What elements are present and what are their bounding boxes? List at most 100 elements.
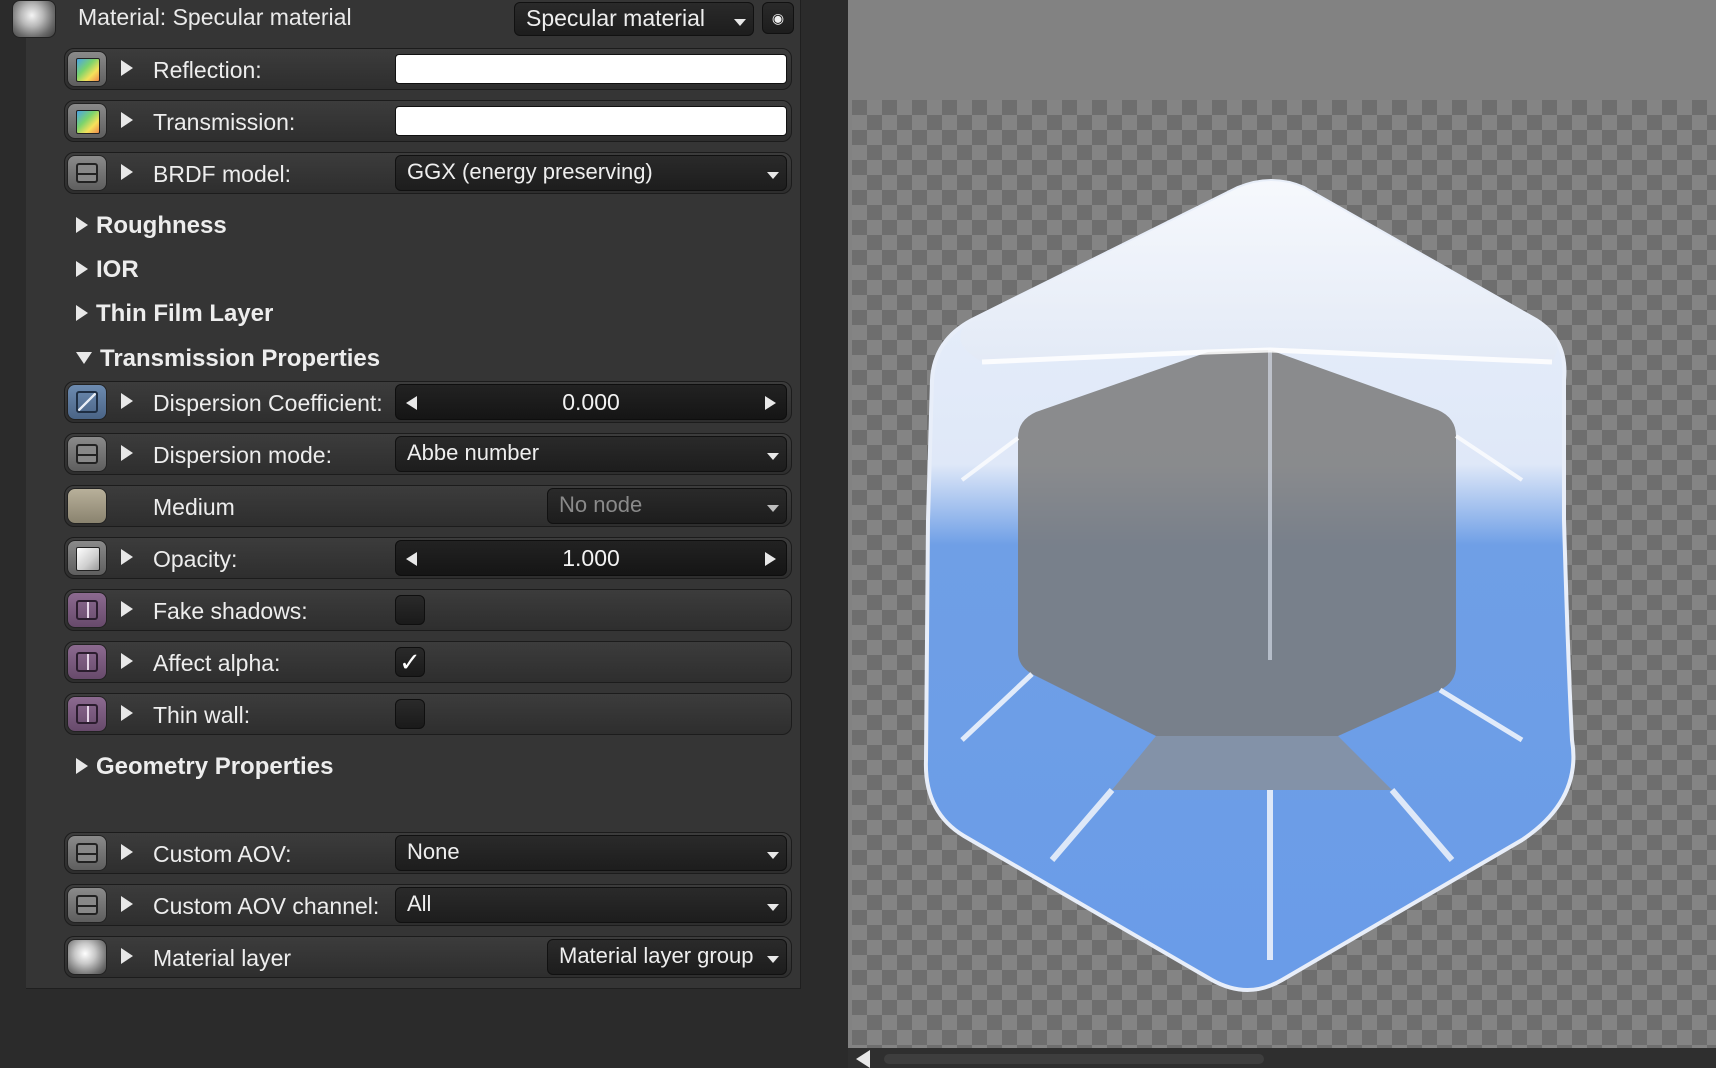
enum-pin-icon[interactable] (67, 835, 107, 871)
bool-pin-icon[interactable] (67, 696, 107, 732)
section-ior-label: IOR (96, 256, 139, 283)
material-layer-dropdown[interactable]: Material layer group (547, 939, 787, 975)
expand-arrow-icon[interactable] (121, 844, 133, 860)
brdf-model-dropdown[interactable]: GGX (energy preserving) (395, 155, 787, 191)
expand-arrow-icon[interactable] (121, 653, 133, 669)
expand-arrow-icon[interactable] (121, 948, 133, 964)
material-layer-label: Material layer (153, 945, 292, 971)
material-type-dropdown[interactable]: Specular material (514, 2, 754, 36)
brdf-model-row: BRDF model: GGX (energy preserving) (64, 152, 792, 194)
increment-arrow-icon[interactable] (765, 396, 776, 410)
affect-alpha-row: Affect alpha: ✓ (64, 641, 792, 683)
section-thin-film-label: Thin Film Layer (96, 300, 274, 327)
material-layer-row: Material layer Material layer group (64, 936, 792, 978)
custom-aov-value: None (407, 839, 460, 864)
opacity-label: Opacity: (153, 546, 238, 572)
reflection-color-swatch[interactable] (395, 54, 787, 84)
chevron-down-icon (767, 904, 779, 911)
render-canvas[interactable] (852, 100, 1716, 1048)
medium-node-dropdown[interactable]: No node (547, 488, 787, 524)
increment-arrow-icon[interactable] (765, 552, 776, 566)
custom-aov-dropdown[interactable]: None (395, 835, 787, 871)
expand-arrow-icon[interactable] (121, 705, 133, 721)
checkmark-icon: ✓ (399, 647, 421, 677)
opacity-value: 1.000 (562, 545, 620, 571)
material-layer-value: Material layer group (559, 943, 754, 968)
chevron-down-icon (767, 956, 779, 963)
float-pin-icon[interactable] (67, 384, 107, 420)
custom-aov-label: Custom AOV: (153, 841, 292, 867)
affect-alpha-checkbox[interactable]: ✓ (395, 647, 425, 677)
section-geometry-properties[interactable]: Geometry Properties (76, 753, 333, 781)
reflection-label: Reflection: (153, 57, 262, 83)
transmission-row: Transmission: (64, 100, 792, 142)
enum-pin-icon[interactable] (67, 436, 107, 472)
expand-arrow-icon[interactable] (121, 164, 133, 180)
expand-arrow-icon[interactable] (121, 60, 133, 76)
scroll-left-arrow-icon[interactable] (856, 1050, 870, 1068)
transmission-color-swatch[interactable] (395, 106, 787, 136)
section-ior[interactable]: IOR (76, 256, 139, 284)
thin-wall-checkbox[interactable] (395, 699, 425, 729)
dispersion-mode-row: Dispersion mode: Abbe number (64, 433, 792, 475)
thin-wall-label: Thin wall: (153, 702, 251, 728)
expand-arrow-icon (76, 757, 88, 774)
enum-pin-icon[interactable] (67, 887, 107, 923)
section-thin-film-layer[interactable]: Thin Film Layer (76, 300, 273, 328)
custom-aov-channel-value: All (407, 891, 432, 916)
expand-arrow-icon (76, 216, 88, 233)
eye-icon[interactable]: ◉ (762, 2, 794, 34)
section-roughness[interactable]: Roughness (76, 212, 227, 240)
reflection-row: Reflection: (64, 48, 792, 90)
material-layer-pin-icon[interactable] (67, 939, 107, 975)
expand-arrow-icon[interactable] (121, 112, 133, 128)
glass-cube-render (923, 179, 1576, 992)
chevron-down-icon (734, 19, 746, 26)
render-viewport[interactable] (848, 0, 1716, 1068)
opacity-row: Opacity: 1.000 (64, 537, 792, 579)
chevron-down-icon (767, 453, 779, 460)
transmission-label: Transmission: (153, 109, 296, 135)
dispersion-coefficient-slider[interactable]: 0.000 (395, 384, 787, 420)
dispersion-mode-dropdown[interactable]: Abbe number (395, 436, 787, 472)
medium-pin-icon[interactable] (67, 488, 107, 524)
viewport-horizontal-scrollbar[interactable] (848, 1048, 1716, 1068)
texture-pin-icon[interactable] (67, 103, 107, 139)
chevron-down-icon (767, 852, 779, 859)
dispersion-mode-value: Abbe number (407, 440, 540, 465)
medium-label: Medium (153, 494, 235, 520)
custom-aov-channel-dropdown[interactable]: All (395, 887, 787, 923)
texture-pin-icon[interactable] (67, 51, 107, 87)
section-transmission-properties[interactable]: Transmission Properties (76, 345, 380, 373)
section-geometry-label: Geometry Properties (96, 753, 334, 780)
dispersion-coefficient-value: 0.000 (562, 389, 620, 415)
chevron-down-icon (767, 505, 779, 512)
texture-pin-icon[interactable] (67, 540, 107, 576)
custom-aov-channel-row: Custom AOV channel: All (64, 884, 792, 926)
bool-pin-icon[interactable] (67, 644, 107, 680)
brdf-model-label: BRDF model: (153, 161, 292, 187)
expand-arrow-icon[interactable] (121, 445, 133, 461)
chevron-down-icon (767, 172, 779, 179)
dispersion-mode-label: Dispersion mode: (153, 442, 332, 468)
bool-pin-icon[interactable] (67, 592, 107, 628)
expand-arrow-icon[interactable] (121, 393, 133, 409)
expand-arrow-icon[interactable] (121, 601, 133, 617)
thin-wall-row: Thin wall: (64, 693, 792, 735)
fake-shadows-checkbox[interactable] (395, 595, 425, 625)
expand-arrow-icon[interactable] (121, 549, 133, 565)
material-node-icon[interactable] (12, 0, 56, 38)
dispersion-coefficient-label: Dispersion Coefficient: (153, 390, 383, 416)
affect-alpha-label: Affect alpha: (153, 650, 281, 676)
custom-aov-row: Custom AOV: None (64, 832, 792, 874)
medium-node-value: No node (559, 492, 643, 517)
custom-aov-channel-label: Custom AOV channel: (153, 893, 380, 919)
enum-pin-icon[interactable] (67, 155, 107, 191)
section-transmission-label: Transmission Properties (100, 345, 381, 372)
expand-arrow-icon (76, 304, 88, 321)
scrollbar-thumb[interactable] (884, 1054, 1264, 1064)
expand-arrow-icon[interactable] (121, 896, 133, 912)
fake-shadows-row: Fake shadows: (64, 589, 792, 631)
section-roughness-label: Roughness (96, 212, 227, 239)
opacity-slider[interactable]: 1.000 (395, 540, 787, 576)
